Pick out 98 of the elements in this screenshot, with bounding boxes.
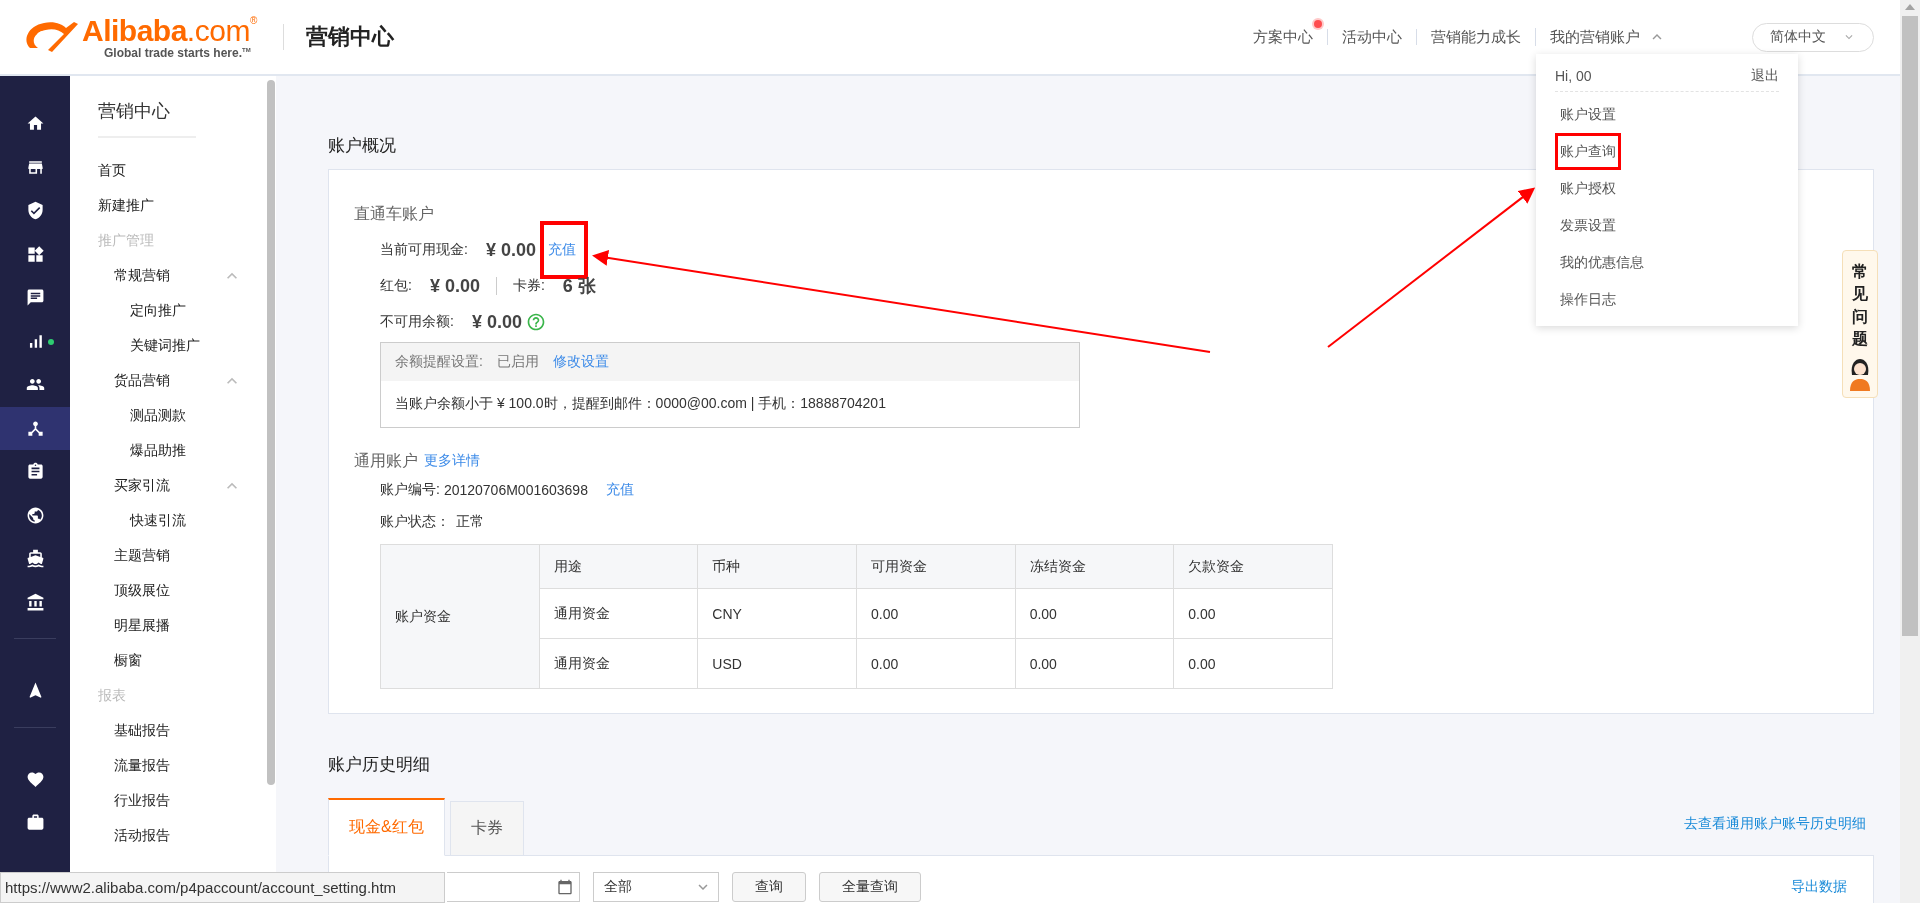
menu-item[interactable]: 测品测款 <box>130 406 186 425</box>
amount: ¥ 0.00 <box>485 239 536 261</box>
dropdown-item[interactable]: 账户授权 <box>1555 170 1621 207</box>
field-label: 账户编号: <box>380 481 440 499</box>
menu-item[interactable]: 行业报告 <box>114 791 170 810</box>
table-cell: 0.00 <box>856 638 1016 689</box>
menu-item[interactable]: 爆品助推 <box>130 441 186 460</box>
menu-item[interactable]: 首页 <box>98 161 126 180</box>
row-header: 账户资金 <box>380 544 540 689</box>
briefcase-icon <box>25 813 45 833</box>
menu-item[interactable]: 流量报告 <box>114 756 170 775</box>
table-cell: CNY <box>697 588 857 639</box>
subsection-title: 通用账户 <box>354 450 418 471</box>
language-select[interactable]: 简体中文 <box>1752 22 1874 52</box>
column-header: 冻结资金 <box>1015 544 1174 589</box>
table-cell: 0.00 <box>856 588 1016 639</box>
dropdown-item[interactable]: 账户查询 <box>1555 133 1621 170</box>
scrollbar[interactable] <box>267 80 275 785</box>
column-header: 可用资金 <box>856 544 1016 589</box>
menu-item[interactable]: 货品营销 <box>114 371 170 390</box>
section-title: 账户历史明细 <box>328 754 430 776</box>
menu-item[interactable]: 定向推广 <box>130 301 186 320</box>
menu-heading: 推广管理 <box>98 231 154 250</box>
dropdown-item[interactable]: 操作日志 <box>1555 281 1621 318</box>
menu-item[interactable]: 顶级展位 <box>114 581 170 600</box>
bank-icon <box>25 592 45 612</box>
dropdown-item[interactable]: 账户设置 <box>1555 96 1621 133</box>
calendar-icon <box>557 879 573 895</box>
table-cell: 0.00 <box>1173 588 1333 639</box>
query-button[interactable]: 全量查询 <box>819 872 921 902</box>
field-label: 不可用余额: <box>380 313 454 331</box>
table-cell: 通用资金 <box>539 638 698 689</box>
date-field[interactable] <box>447 872 580 902</box>
table-cell: 0.00 <box>1015 588 1174 639</box>
nav-link[interactable]: 营销能力成长 <box>1416 29 1535 45</box>
menu-item[interactable]: 买家引流 <box>114 476 170 495</box>
field-label: 当前可用现金: <box>380 241 468 259</box>
hub-icon <box>25 418 45 438</box>
greeting: Hi, 00 <box>1555 67 1592 84</box>
column-header: 欠款资金 <box>1173 544 1333 589</box>
status-text: 正常 <box>456 513 484 531</box>
history-link[interactable]: 去查看通用账户账号历史明细 <box>1684 815 1866 833</box>
account-number: 20120706M001603698 <box>443 482 588 498</box>
query-button[interactable]: 查询 <box>732 872 806 902</box>
ship-icon <box>25 549 45 569</box>
widgets-icon <box>25 244 45 264</box>
scrollbar[interactable] <box>1902 16 1918 636</box>
shield-icon <box>25 201 45 221</box>
clipboard-icon <box>25 462 45 482</box>
field-label: 账户状态： <box>380 513 450 531</box>
person-figure-icon <box>1847 356 1873 391</box>
tab[interactable]: 卡券 <box>449 801 524 856</box>
help-icon[interactable] <box>525 312 546 332</box>
tagline: Global trade starts here.$^{TM}$ <box>104 46 252 59</box>
table-cell: USD <box>697 638 857 689</box>
field-label: 卡券: <box>512 277 545 295</box>
field-label: 余额提醒设置: <box>395 353 483 371</box>
export-link[interactable]: 导出数据 <box>1791 878 1847 896</box>
menu-item[interactable]: 常规营销 <box>114 266 170 285</box>
menu-item[interactable]: 新建推广 <box>98 196 154 215</box>
subsection-title: 直通车账户 <box>354 203 434 224</box>
menu-item[interactable]: 主题营销 <box>114 546 170 565</box>
status-url: https://www2.alibaba.com/p4paccount/account_setting.htm <box>0 872 445 903</box>
status-text: 已启用 <box>496 353 539 371</box>
rail-item[interactable] <box>0 406 70 450</box>
section-title: 账户概况 <box>328 135 396 157</box>
nav-link[interactable]: 方案中心 <box>1239 29 1327 45</box>
menu-item[interactable]: 关键词推广 <box>130 336 200 355</box>
table-cell: 0.00 <box>1015 638 1174 689</box>
menu-title: 营销中心 <box>98 100 171 123</box>
menu-item[interactable]: 活动报告 <box>114 826 170 845</box>
menu-item[interactable]: 橱窗 <box>114 651 142 670</box>
amount: ¥ 0.00 <box>429 275 480 297</box>
recharge-link[interactable]: 充值 <box>605 481 634 499</box>
column-header: 币种 <box>697 544 857 589</box>
logout-link[interactable]: 退出 <box>1751 66 1779 85</box>
reminder-message: 当账户余额小于 ¥ 100.0时，提醒到邮件：0000@00.com | 手机：18888704201 <box>395 395 886 413</box>
nav-link[interactable]: 活动中心 <box>1327 29 1416 45</box>
menu-item[interactable]: 基础报告 <box>114 721 170 740</box>
table-cell: 通用资金 <box>539 588 698 639</box>
amount: ¥ 0.00 <box>471 311 522 333</box>
dropdown-item[interactable]: 我的优惠信息 <box>1555 244 1649 281</box>
column-header: 用途 <box>539 544 698 589</box>
account-menu-button[interactable]: 我的营销账户 <box>1536 29 1648 45</box>
heart-icon <box>25 769 45 789</box>
faq-label: 常见问题 <box>1852 262 1868 350</box>
menu-item[interactable]: 明星展播 <box>114 616 170 635</box>
dropdown-item[interactable]: 发票设置 <box>1555 207 1621 244</box>
type-select[interactable]: 全部 <box>593 872 719 902</box>
details-link[interactable]: 更多详情 <box>424 452 480 470</box>
globe-icon <box>25 505 45 525</box>
faq-widget[interactable]: 常见问题 <box>1842 250 1878 398</box>
brand-name: Alibaba.com$^{®}$ <box>82 15 257 46</box>
page-title: 营销中心 <box>305 23 394 51</box>
menu-item[interactable]: 快速引流 <box>130 511 186 530</box>
field-label: 红包: <box>380 277 412 295</box>
table-cell: 0.00 <box>1173 638 1333 689</box>
menu-heading: 报表 <box>98 686 126 705</box>
